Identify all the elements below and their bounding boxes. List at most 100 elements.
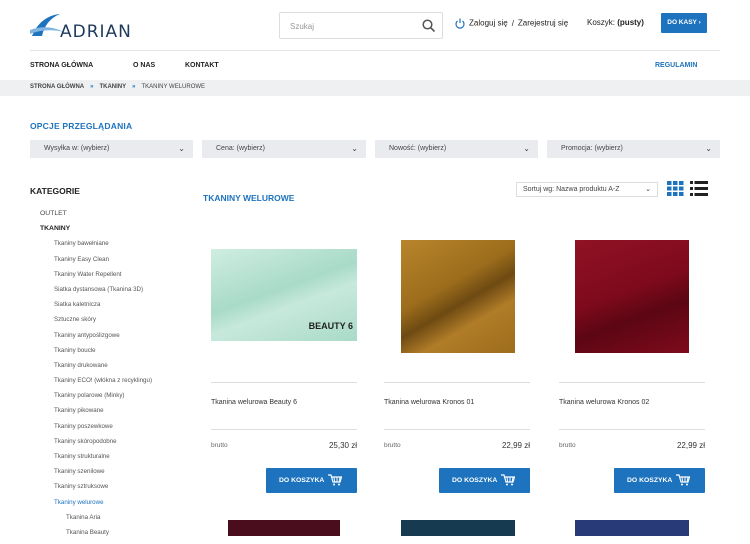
category-item[interactable]: Tkaniny ECO! (włókna z recyklingu) [40, 377, 200, 392]
product-image[interactable] [575, 240, 689, 353]
sort-label: Sortuj wg: Nazwa produktu A-Z [523, 186, 620, 193]
product-name[interactable]: Tkanina welurowa Beauty 6 [211, 399, 297, 406]
add-to-cart-label: DO KOSZYKA [452, 477, 498, 484]
category-item[interactable]: Siatka dystansowa (Tkanina 3D) [40, 286, 200, 301]
power-icon [455, 18, 465, 29]
subcategory-item[interactable]: Tkanina Beauty [40, 529, 200, 544]
category-list: OUTLET TKANINY Tkaniny bawełniane Tkanin… [40, 210, 200, 544]
add-to-cart-button[interactable]: DO KOSZYKA [614, 468, 705, 493]
chevron-down-icon: ⌄ [351, 144, 358, 153]
categories-title: KATEGORIE [30, 186, 80, 196]
category-item[interactable]: Tkaniny boucle [40, 347, 200, 362]
filter-shipping-label: Wysyłka w: (wybierz) [44, 145, 110, 152]
filter-new-label: Nowość: (wybierz) [389, 145, 447, 152]
chevron-down-icon: ⌄ [645, 186, 651, 193]
product-image[interactable] [575, 520, 689, 536]
category-item[interactable]: Tkaniny polarowe (Minky) [40, 392, 200, 407]
category-item[interactable]: Tkaniny szenilowe [40, 468, 200, 483]
breadcrumb-home[interactable]: STRONA GŁÓWNA [30, 84, 84, 90]
logo-text: ADRIAN [60, 22, 132, 42]
card-divider [211, 382, 357, 383]
product-image[interactable]: BEAUTY 6 [211, 249, 357, 341]
grid-view-icon[interactable] [667, 181, 684, 196]
logo-swoosh-icon [30, 14, 64, 36]
product-image-label: BEAUTY 6 [308, 321, 353, 331]
card-divider [384, 382, 530, 383]
price-type: brutto [559, 442, 576, 449]
filter-promo[interactable]: Promocja: (wybierz) ⌄ [547, 140, 720, 158]
card-divider [559, 382, 705, 383]
product-image[interactable] [401, 240, 515, 353]
chevron-down-icon: ⌄ [523, 144, 530, 153]
product-image[interactable] [228, 520, 340, 536]
chevron-down-icon: ⌄ [178, 144, 185, 153]
category-item[interactable]: Tkaniny sztruksowe [40, 483, 200, 498]
logo[interactable]: ADRIAN [30, 12, 131, 42]
add-to-cart-button[interactable]: DO KOSZYKA [266, 468, 357, 493]
search-input[interactable]: Szukaj [279, 12, 443, 39]
list-view-icon[interactable] [690, 181, 708, 196]
filter-price[interactable]: Cena: (wybierz) ⌄ [202, 140, 366, 158]
header: ADRIAN Szukaj Zaloguj się / Zarejestruj si… [0, 0, 750, 50]
price-type: brutto [211, 442, 228, 449]
cart-icon [676, 474, 690, 486]
category-item[interactable]: Tkaniny Easy Clean [40, 256, 200, 271]
nav-contact[interactable]: KONTAKT [185, 62, 219, 69]
login-link[interactable]: Zaloguj się [469, 19, 508, 28]
filter-price-label: Cena: (wybierz) [216, 145, 266, 152]
subcategory-item[interactable]: Tkanina Aria [40, 514, 200, 529]
filter-new[interactable]: Nowość: (wybierz) ⌄ [375, 140, 538, 158]
chevron-down-icon: ⌄ [705, 144, 712, 153]
nav-home[interactable]: STRONA GŁÓWNA [30, 62, 93, 69]
checkout-button[interactable]: DO KASY › [661, 13, 707, 33]
product-price: 25,30 zł [328, 441, 357, 450]
breadcrumb-current: TKANINY WELUROWE [141, 84, 206, 90]
category-item-active[interactable]: Tkaniny welurowe [40, 499, 200, 514]
filter-shipping[interactable]: Wysyłka w: (wybierz) ⌄ [30, 140, 193, 158]
product-name[interactable]: Tkanina welurowa Kronos 01 [384, 399, 474, 406]
cart-icon [501, 474, 515, 486]
category-heading: TKANINY WELUROWE [203, 193, 295, 203]
product-price: 22,99 zł [676, 441, 705, 450]
search-icon[interactable] [422, 19, 436, 33]
account-links: Zaloguj się / Zarejestruj się [455, 18, 568, 29]
register-link[interactable]: Zarejestruj się [518, 19, 568, 28]
product-price: 22,99 zł [501, 441, 530, 450]
category-item[interactable]: Tkaniny pikowane [40, 407, 200, 422]
filter-promo-label: Promocja: (wybierz) [561, 145, 623, 152]
add-to-cart-label: DO KOSZYKA [279, 477, 325, 484]
category-item[interactable]: Tkaniny Water Repellent [40, 271, 200, 286]
card-divider [211, 429, 357, 430]
category-item[interactable]: Tkaniny antypoślizgowe [40, 332, 200, 347]
add-to-cart-button[interactable]: DO KOSZYKA [439, 468, 530, 493]
product-name[interactable]: Tkanina welurowa Kronos 02 [559, 399, 649, 406]
category-item[interactable]: Sztuczne skóry [40, 316, 200, 331]
product-image[interactable] [401, 520, 515, 536]
category-item[interactable]: Tkaniny strukturalne [40, 453, 200, 468]
card-divider [384, 429, 530, 430]
category-item[interactable]: Tkaniny poszewkowe [40, 423, 200, 438]
search-placeholder: Szukaj [290, 22, 315, 31]
nav-about[interactable]: O NAS [133, 62, 155, 69]
breadcrumb: STRONA GŁÓWNA » TKANINY » TKANINY WELUROWE [0, 80, 750, 96]
cart-summary[interactable]: Koszyk: (pusty) [587, 18, 644, 27]
browse-options-title: OPCJE PRZEGLĄDANIA [30, 121, 133, 131]
breadcrumb-tkaniny[interactable]: TKANINY [99, 84, 126, 90]
category-tkaniny[interactable]: TKANINY [40, 225, 200, 240]
card-divider [559, 429, 705, 430]
category-item[interactable]: Tkaniny skóropodobne [40, 438, 200, 453]
chevron-right-icon: › [698, 19, 701, 26]
nav-terms[interactable]: REGULAMIN [655, 62, 697, 69]
main-nav: STRONA GŁÓWNA O NAS KONTAKT REGULAMIN [0, 58, 750, 76]
category-item[interactable]: Tkaniny bawełniane [40, 240, 200, 255]
checkout-label: DO KASY [667, 19, 697, 26]
category-item[interactable]: Siatka kaletnicza [40, 301, 200, 316]
category-outlet[interactable]: OUTLET [40, 210, 200, 225]
sort-select[interactable]: Sortuj wg: Nazwa produktu A-Z ⌄ [516, 182, 658, 197]
breadcrumb-separator: » [90, 84, 94, 90]
cart-value: (pusty) [617, 18, 644, 27]
add-to-cart-label: DO KOSZYKA [627, 477, 673, 484]
header-divider [30, 50, 720, 51]
login-separator: / [511, 18, 514, 28]
category-item[interactable]: Tkaniny drukowane [40, 362, 200, 377]
